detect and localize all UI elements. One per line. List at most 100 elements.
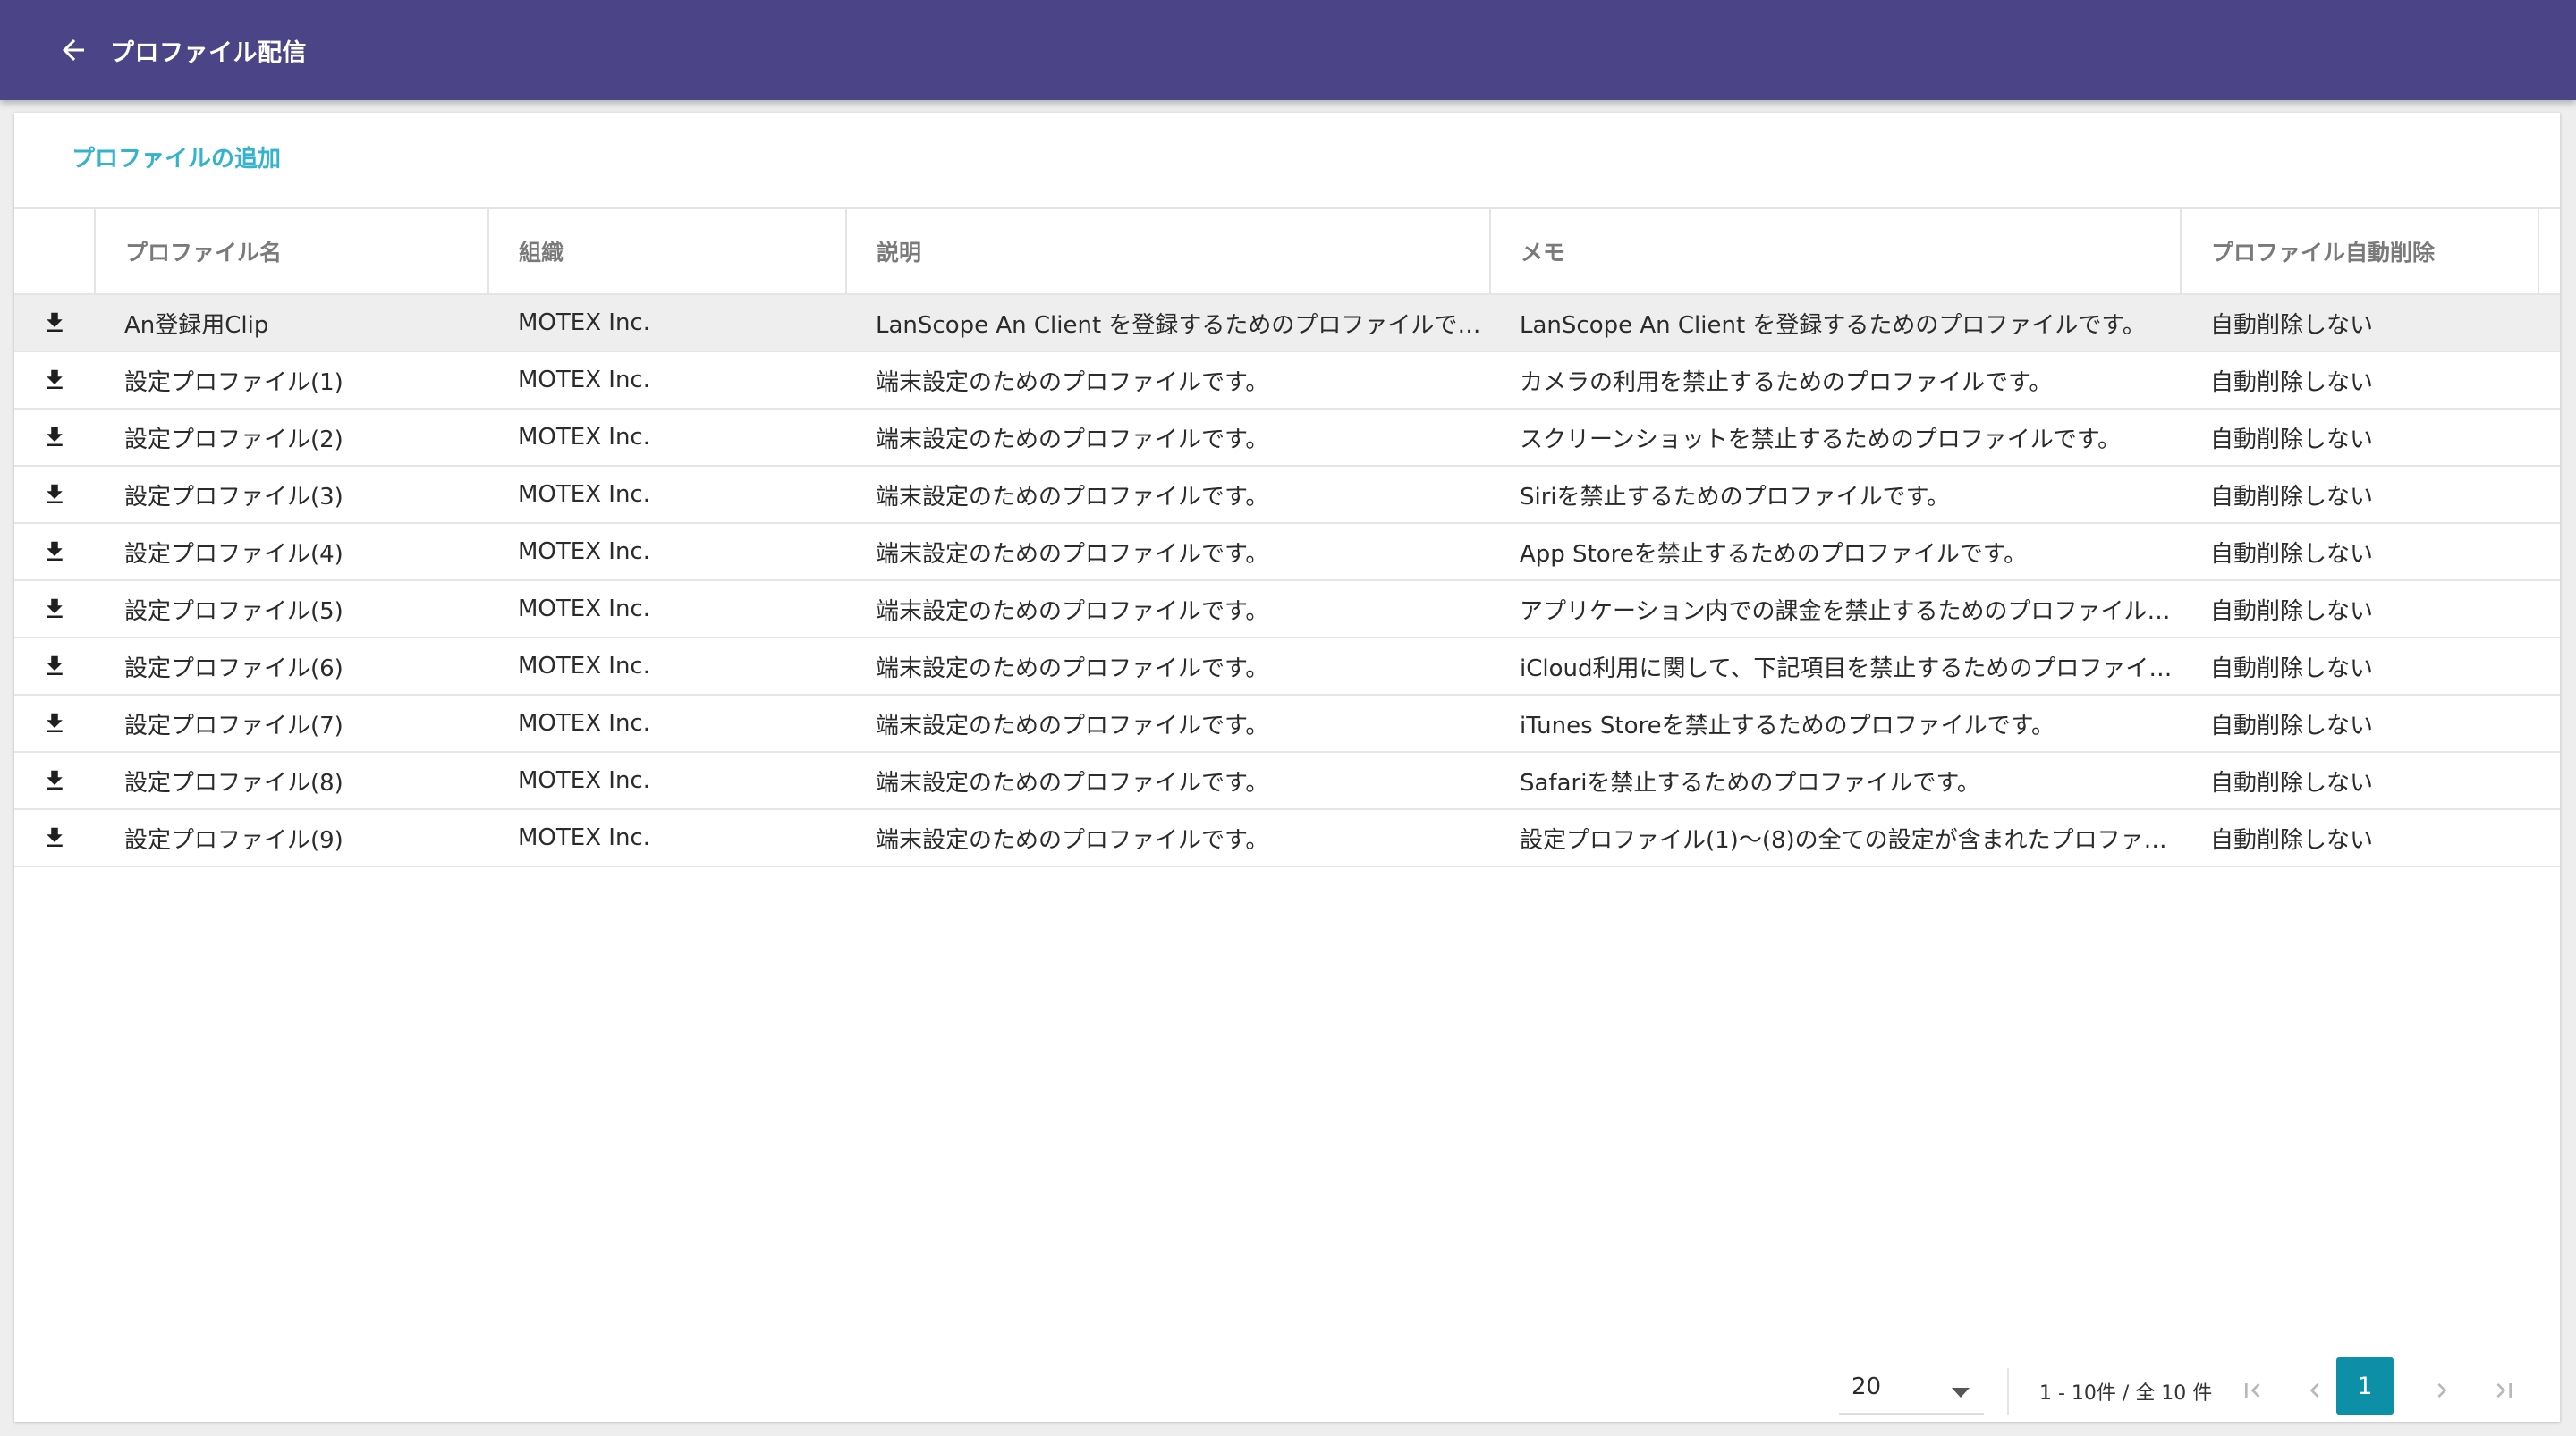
table-row[interactable]: 設定プロファイル(7) MOTEX Inc. 端末設定のためのプロファイルです。 iT… <box>14 695 2560 752</box>
arrow-left-icon <box>63 39 84 61</box>
cell-memo: カメラの利用を禁止するためのプロファイルです。 <box>1520 368 2053 396</box>
cell-download <box>14 523 95 580</box>
cell-memo: App Storeを禁止するためのプロファイルです。 <box>1520 540 2028 568</box>
cell-filler <box>2538 351 2560 409</box>
cell-org: MOTEX Inc. <box>518 824 650 851</box>
cell-profile-name: 設定プロファイル(3) <box>124 483 343 511</box>
download-icon[interactable] <box>41 537 68 566</box>
first-page-button[interactable] <box>2231 1366 2274 1415</box>
cell-org: MOTEX Inc. <box>518 481 650 508</box>
cell-download <box>14 695 95 752</box>
cell-description: LanScope An Client を登録するためのプロファイルです。 <box>876 311 1490 339</box>
cell-auto-delete: 自動削除しない <box>2210 368 2374 396</box>
page-title: プロファイル配信 <box>110 38 307 67</box>
table-row[interactable]: 設定プロファイル(5) MOTEX Inc. 端末設定のためのプロファイルです。 アプ… <box>14 580 2560 638</box>
download-icon[interactable] <box>41 480 68 509</box>
caret-down-icon <box>1952 1388 1970 1398</box>
table-row[interactable]: 設定プロファイル(3) MOTEX Inc. 端末設定のためのプロファイルです。 Si… <box>14 466 2560 523</box>
download-icon[interactable] <box>41 423 68 452</box>
download-icon[interactable] <box>41 824 68 852</box>
download-icon[interactable] <box>41 366 68 394</box>
cell-download <box>14 409 95 466</box>
page-button-current[interactable]: 1 <box>2336 1357 2394 1415</box>
cell-download <box>14 809 95 866</box>
download-icon[interactable] <box>41 652 68 680</box>
cell-download <box>14 466 95 523</box>
table-row[interactable]: An登録用Clip MOTEX Inc. LanScope An Client を登… <box>14 294 2560 351</box>
cell-memo: アプリケーション内での課金を禁止するためのプロファイル… <box>1520 597 2171 625</box>
cell-org: MOTEX Inc. <box>518 653 650 680</box>
cell-org: MOTEX Inc. <box>518 424 650 451</box>
download-icon[interactable] <box>41 308 68 337</box>
cell-profile-name: 設定プロファイル(2) <box>124 426 343 453</box>
cell-filler <box>2538 523 2560 580</box>
cell-filler <box>2538 580 2560 638</box>
cell-description: 端末設定のためのプロファイルです。 <box>876 368 1269 396</box>
table-header-row: プロファイル名 組織 説明 メモ プロファイル自動削除 <box>14 208 2560 294</box>
cell-memo: スクリーンショットを禁止するためのプロファイルです。 <box>1520 426 2122 453</box>
pagination: 20 1 - 10件 / 全 10 件 1 <box>14 1356 2560 1422</box>
cell-filler <box>2538 752 2560 809</box>
cell-description: 端末設定のためのプロファイルです。 <box>876 826 1269 854</box>
cell-memo: 設定プロファイル(1)〜(8)の全ての設定が含まれたプロファ… <box>1520 826 2167 854</box>
last-page-icon <box>2496 1383 2512 1398</box>
cell-org: MOTEX Inc. <box>518 767 650 794</box>
cell-download <box>14 294 95 351</box>
cell-auto-delete: 自動削除しない <box>2210 826 2374 854</box>
cell-download <box>14 351 95 409</box>
first-page-icon <box>2245 1383 2260 1398</box>
cell-memo: Siriを禁止するためのプロファイルです。 <box>1520 483 1951 511</box>
download-icon[interactable] <box>41 766 68 795</box>
cell-profile-name: 設定プロファイル(1) <box>124 368 343 396</box>
column-header-description[interactable]: 説明 <box>846 208 1491 294</box>
cell-description: 端末設定のためのプロファイルです。 <box>876 483 1269 511</box>
column-header-auto-delete[interactable]: プロファイル自動削除 <box>2181 208 2539 294</box>
back-button[interactable] <box>46 22 101 78</box>
cell-auto-delete: 自動削除しない <box>2210 540 2374 568</box>
cell-org: MOTEX Inc. <box>518 538 650 565</box>
profile-table: プロファイル名 組織 説明 メモ プロファイル自動削除 An登録用Clip MOT… <box>14 207 2560 867</box>
cell-auto-delete: 自動削除しない <box>2210 655 2374 682</box>
cell-description: 端末設定のためのプロファイルです。 <box>876 769 1269 797</box>
cell-profile-name: 設定プロファイル(9) <box>124 826 343 854</box>
cell-org: MOTEX Inc. <box>518 367 650 393</box>
cell-download <box>14 752 95 809</box>
download-icon[interactable] <box>41 709 68 738</box>
add-profile-link[interactable]: プロファイルの追加 <box>72 141 281 177</box>
table-row[interactable]: 設定プロファイル(6) MOTEX Inc. 端末設定のためのプロファイルです。 iC… <box>14 638 2560 695</box>
table-row[interactable]: 設定プロファイル(8) MOTEX Inc. 端末設定のためのプロファイルです。 Sa… <box>14 752 2560 809</box>
chevron-left-icon <box>2309 1383 2319 1398</box>
table-row[interactable]: 設定プロファイル(1) MOTEX Inc. 端末設定のためのプロファイルです。 カメ… <box>14 351 2560 409</box>
cell-filler <box>2538 466 2560 523</box>
chevron-right-icon <box>2437 1383 2447 1398</box>
table-row[interactable]: 設定プロファイル(9) MOTEX Inc. 端末設定のためのプロファイルです。 設定… <box>14 809 2560 866</box>
download-icon[interactable] <box>41 595 68 623</box>
cell-auto-delete: 自動削除しない <box>2210 712 2374 739</box>
cell-profile-name: An登録用Clip <box>124 311 269 339</box>
cell-description: 端末設定のためのプロファイルです。 <box>876 655 1269 682</box>
cell-org: MOTEX Inc. <box>518 309 650 336</box>
cell-description: 端末設定のためのプロファイルです。 <box>876 712 1269 739</box>
last-page-button[interactable] <box>2483 1366 2526 1415</box>
cell-description: 端末設定のためのプロファイルです。 <box>876 426 1269 453</box>
cell-profile-name: 設定プロファイル(6) <box>124 655 343 682</box>
table-row[interactable]: 設定プロファイル(4) MOTEX Inc. 端末設定のためのプロファイルです。 Ap… <box>14 523 2560 580</box>
column-header-filler <box>2538 208 2560 294</box>
cell-download <box>14 580 95 638</box>
cell-filler <box>2538 294 2560 351</box>
next-page-button[interactable] <box>2420 1366 2463 1415</box>
column-header-name[interactable]: プロファイル名 <box>95 208 489 294</box>
prev-page-button[interactable] <box>2293 1366 2336 1415</box>
cell-org: MOTEX Inc. <box>518 596 650 622</box>
cell-auto-delete: 自動削除しない <box>2210 769 2374 797</box>
cell-download <box>14 638 95 695</box>
cell-memo: LanScope An Client を登録するためのプロファイルです。 <box>1520 311 2146 339</box>
page-size-select[interactable]: 20 <box>1839 1366 1984 1415</box>
profile-list-card: プロファイルの追加 プロファイル名 組織 説明 メモ プロファイル自動削除 An… <box>14 113 2560 1422</box>
table-row[interactable]: 設定プロファイル(2) MOTEX Inc. 端末設定のためのプロファイルです。 スク… <box>14 409 2560 466</box>
column-header-org[interactable]: 組織 <box>488 208 847 294</box>
column-header-memo[interactable]: メモ <box>1490 208 2182 294</box>
cell-profile-name: 設定プロファイル(5) <box>124 597 343 625</box>
cell-filler <box>2538 695 2560 752</box>
cell-org: MOTEX Inc. <box>518 710 650 737</box>
